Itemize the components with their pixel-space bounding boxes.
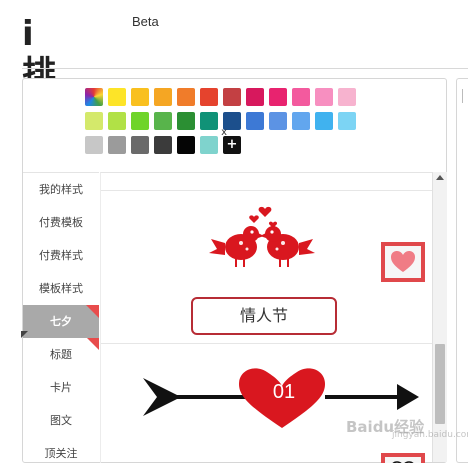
color-palette: x + <box>85 88 356 160</box>
palette-row-3: x + <box>85 128 356 154</box>
add-color-button[interactable]: + <box>223 136 241 154</box>
sidebar-item-card[interactable]: 卡片 <box>23 371 99 404</box>
palette-row-1 <box>85 88 356 106</box>
color-swatch[interactable] <box>315 88 333 106</box>
color-swatch[interactable] <box>200 88 218 106</box>
header-divider <box>22 68 468 69</box>
template-title: 情人节 <box>239 306 288 325</box>
color-swatch[interactable] <box>85 136 103 154</box>
sidebar-item-title[interactable]: 标题 <box>23 338 99 371</box>
color-swatch[interactable] <box>269 88 287 106</box>
color-swatch[interactable] <box>200 112 218 130</box>
color-swatch[interactable] <box>177 136 195 154</box>
heart-outline-icon <box>392 461 414 463</box>
custom-color-swatch[interactable] <box>85 88 103 106</box>
favorite-button-2[interactable] <box>381 453 425 463</box>
color-swatch[interactable] <box>154 112 172 130</box>
style-panel: x+ 我的样式 付费模板 付费样式 模板样式 七夕 标题 卡片 图文 顶关注 <box>21 78 447 463</box>
logo-i: i <box>22 14 35 54</box>
color-swatch[interactable] <box>131 88 149 106</box>
color-swatch[interactable] <box>108 112 126 130</box>
watermark-sub: jingyan.baidu.com <box>392 430 468 440</box>
sidebar-item-my-styles[interactable]: 我的样式 <box>23 173 99 206</box>
color-swatch[interactable] <box>315 112 333 130</box>
color-swatch[interactable] <box>85 112 103 130</box>
color-swatch[interactable] <box>338 112 356 130</box>
sidebar-item-paid-styles[interactable]: 付费样式 <box>23 239 99 272</box>
color-swatch[interactable]: x <box>200 128 227 154</box>
color-swatch[interactable] <box>292 88 310 106</box>
color-swatch[interactable] <box>269 112 287 130</box>
scroll-up-arrow-icon[interactable] <box>436 175 444 180</box>
favorite-button-1[interactable] <box>381 242 425 282</box>
heart-icon <box>391 251 415 272</box>
color-swatch[interactable] <box>338 88 356 106</box>
color-swatch[interactable] <box>154 136 172 154</box>
color-swatch[interactable] <box>246 112 264 130</box>
color-swatch[interactable] <box>108 88 126 106</box>
category-sidebar: 我的样式 付费模板 付费样式 模板样式 七夕 标题 卡片 图文 顶关注 <box>21 172 99 463</box>
color-swatch[interactable] <box>292 112 310 130</box>
scroll-thumb[interactable] <box>435 344 445 424</box>
template-card-number[interactable]: 01 <box>101 344 432 463</box>
sidebar-item-paid-templates[interactable]: 付费模板 <box>23 206 99 239</box>
color-swatch[interactable] <box>131 136 149 154</box>
sidebar-item-template-styles[interactable]: 模板样式 <box>23 272 99 305</box>
color-swatch[interactable] <box>131 112 149 130</box>
right-panel-edge <box>456 78 468 463</box>
color-swatch[interactable] <box>108 136 126 154</box>
color-swatch[interactable] <box>223 88 241 106</box>
color-swatch[interactable] <box>154 88 172 106</box>
color-swatch[interactable] <box>177 88 195 106</box>
sidebar-item-image-text[interactable]: 图文 <box>23 404 99 437</box>
beta-label: Beta <box>132 14 159 29</box>
color-swatch[interactable] <box>177 112 195 130</box>
sidebar-item-qixi[interactable]: 七夕 <box>21 305 99 338</box>
sidebar-item-follow[interactable]: 顶关注 <box>23 437 99 470</box>
template-scrollbar[interactable] <box>432 172 447 462</box>
love-birds-icon <box>209 206 315 267</box>
template-title-box: 情人节 <box>191 297 337 335</box>
color-swatch[interactable] <box>246 88 264 106</box>
template-number: 01 <box>272 381 296 403</box>
right-panel-tick <box>462 89 463 103</box>
